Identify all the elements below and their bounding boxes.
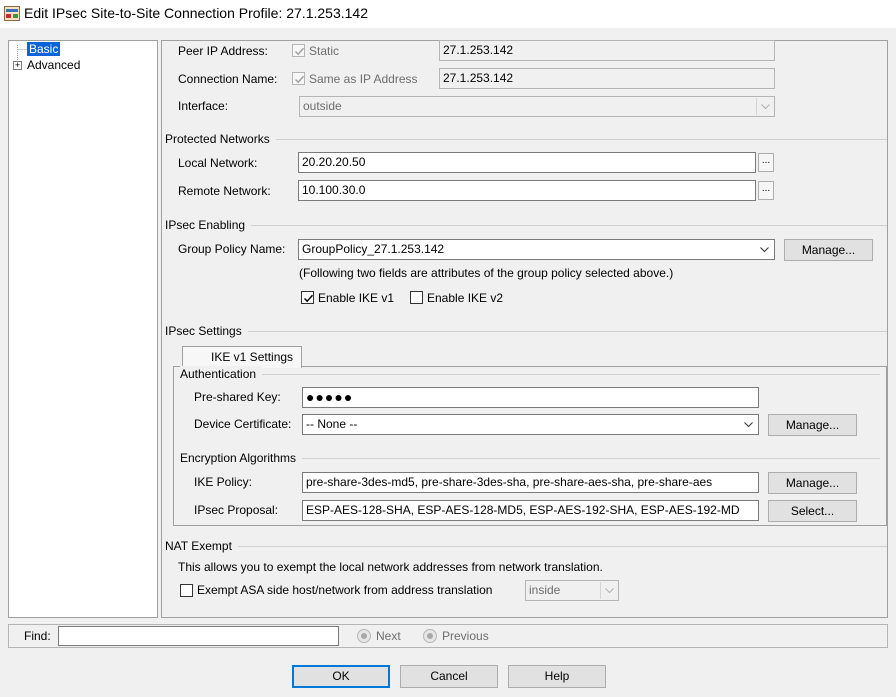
ipsec-proposal-field[interactable]: ESP-AES-128-SHA, ESP-AES-128-MD5, ESP-AE… [302, 500, 759, 521]
same-as-ip-label: Same as IP Address [309, 72, 418, 86]
interface-value: outside [303, 99, 342, 113]
enable-ike-v2-checkbox[interactable] [410, 291, 423, 304]
chevron-down-icon [756, 241, 773, 258]
enable-ike-v2-label: Enable IKE v2 [427, 291, 504, 305]
interface-label: Interface: [178, 99, 229, 113]
previous-radio-icon[interactable] [423, 629, 437, 643]
section-divider [165, 225, 887, 226]
section-divider [165, 331, 887, 332]
ike-policy-label: IKE Policy: [194, 475, 253, 489]
section-divider [180, 374, 880, 375]
tree-item-basic-label: Basic [27, 42, 61, 56]
static-checkbox-label: Static [309, 44, 340, 58]
protected-networks-section: Protected Networks [165, 131, 887, 147]
ike-policy-field[interactable]: pre-share-3des-md5, pre-share-3des-sha, … [302, 472, 759, 493]
nat-interface-value: inside [529, 583, 561, 597]
local-network-browse-button[interactable]: ... [758, 153, 774, 172]
nat-exempt-section: NAT Exempt [165, 538, 887, 554]
remote-network-input[interactable]: 10.100.30.0 [298, 180, 756, 201]
find-next-label[interactable]: Next [376, 628, 401, 644]
tree-item-advanced[interactable]: Advanced [27, 57, 80, 73]
device-certificate-label: Device Certificate: [194, 417, 292, 431]
protected-networks-title: Protected Networks [165, 131, 276, 147]
remote-network-label: Remote Network: [178, 184, 271, 198]
nat-exempt-description: This allows you to exempt the local netw… [178, 560, 603, 574]
group-policy-label: Group Policy Name: [178, 242, 286, 256]
device-certificate-manage-button[interactable]: Manage... [768, 414, 857, 436]
tab-ike-v1-settings[interactable]: IKE v1 Settings [182, 346, 302, 368]
find-label: Find: [24, 629, 51, 643]
ipsec-proposal-select-button[interactable]: Select... [768, 500, 857, 522]
peer-ip-field[interactable]: 27.1.253.142 [439, 40, 775, 61]
encryption-algorithms-section: Encryption Algorithms [180, 450, 880, 466]
chevron-down-icon [740, 416, 757, 433]
group-policy-note: (Following two fields are attributes of … [299, 266, 674, 280]
group-policy-value: GroupPolicy_27.1.253.142 [302, 242, 445, 256]
expand-plus-icon[interactable]: + [13, 61, 22, 70]
ipsec-enabling-title: IPsec Enabling [165, 217, 252, 233]
connection-name-field[interactable]: 27.1.253.142 [439, 68, 775, 89]
static-checkbox[interactable] [292, 44, 305, 57]
device-certificate-select[interactable]: -- None -- [302, 414, 759, 435]
check-icon [294, 75, 305, 84]
app-icon [4, 6, 20, 21]
exempt-asa-label: Exempt ASA side host/network from addres… [197, 583, 493, 597]
find-input[interactable] [58, 626, 339, 646]
ok-button[interactable]: OK [292, 665, 390, 688]
ipsec-settings-section: IPsec Settings [165, 323, 887, 339]
check-icon [294, 47, 305, 56]
pre-shared-key-label: Pre-shared Key: [194, 390, 281, 404]
peer-ip-label: Peer IP Address: [178, 44, 268, 58]
enable-ike-v1-label: Enable IKE v1 [318, 291, 395, 305]
ipsec-proposal-label: IPsec Proposal: [194, 503, 279, 517]
same-as-ip-checkbox[interactable] [292, 72, 305, 85]
title-bar: Edit IPsec Site-to-Site Connection Profi… [0, 0, 896, 28]
chevron-down-icon [756, 98, 773, 115]
navigation-tree: Basic + Advanced [8, 40, 158, 618]
tab-ike-v1-settings-label: IKE v1 Settings [211, 350, 294, 364]
chevron-down-icon [600, 582, 617, 599]
encryption-algorithms-title: Encryption Algorithms [180, 450, 303, 466]
authentication-title: Authentication [180, 366, 263, 382]
device-certificate-value: -- None -- [306, 417, 358, 431]
connection-name-label: Connection Name: [178, 72, 278, 86]
authentication-section: Authentication [180, 366, 880, 382]
local-network-input[interactable]: 20.20.20.50 [298, 152, 756, 173]
exempt-asa-checkbox[interactable] [180, 584, 193, 597]
ipsec-enabling-section: IPsec Enabling [165, 217, 887, 233]
tree-item-basic[interactable]: Basic [27, 41, 61, 57]
help-button[interactable]: Help [508, 665, 606, 688]
remote-network-browse-button[interactable]: ... [758, 181, 774, 200]
group-policy-manage-button[interactable]: Manage... [784, 239, 873, 261]
tree-item-advanced-label: Advanced [27, 58, 81, 72]
ipsec-settings-title: IPsec Settings [165, 323, 248, 339]
nat-interface-select[interactable]: inside [525, 580, 619, 601]
nat-exempt-title: NAT Exempt [165, 538, 238, 554]
interface-select[interactable]: outside [299, 96, 775, 117]
cancel-button[interactable]: Cancel [400, 665, 498, 688]
next-radio-icon[interactable] [357, 629, 371, 643]
enable-ike-v1-checkbox[interactable] [301, 291, 314, 304]
group-policy-select[interactable]: GroupPolicy_27.1.253.142 [298, 239, 775, 260]
find-previous-label[interactable]: Previous [442, 628, 489, 644]
local-network-label: Local Network: [178, 156, 258, 170]
section-divider [165, 546, 887, 547]
window-title: Edit IPsec Site-to-Site Connection Profi… [24, 5, 368, 21]
ike-policy-manage-button[interactable]: Manage... [768, 472, 857, 494]
pre-shared-key-input[interactable]: ●●●●● [302, 387, 759, 408]
check-icon [303, 294, 314, 303]
